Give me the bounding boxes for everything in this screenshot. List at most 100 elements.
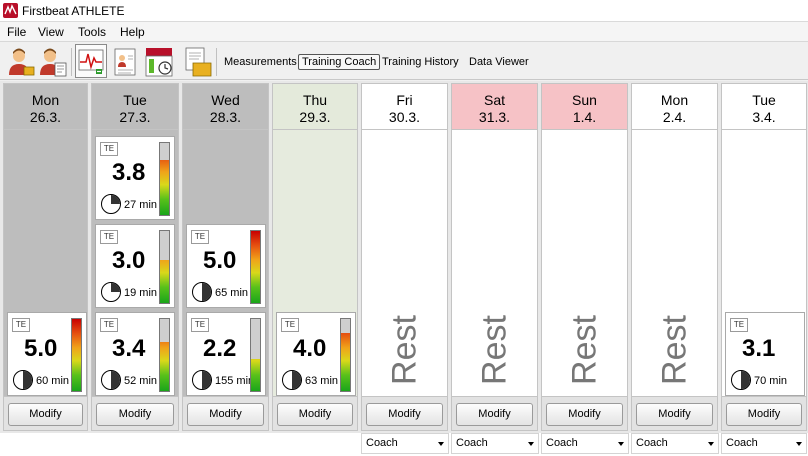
session-card[interactable]: TE 3.4 52 min <box>95 312 175 396</box>
rest-label: Rest <box>565 315 603 385</box>
te-value: 2.2 <box>203 335 237 362</box>
day-date: 3.4. <box>752 109 776 125</box>
day-sessions: TE 5.0 65 min TE 2.2 155 min <box>183 130 268 396</box>
heart-rate-chart-icon[interactable] <box>75 44 107 78</box>
day-column-tue: Tue 27.3. TE 3.8 27 min TE 3.0 19 min TE… <box>91 83 179 431</box>
day-column-wed: Wed 28.3. TE 5.0 65 min TE 2.2 155 min M… <box>182 83 269 431</box>
tab-training-history[interactable]: Training History <box>378 54 463 70</box>
session-card[interactable]: TE 5.0 65 min <box>186 224 266 308</box>
day-sessions: Rest <box>632 130 717 396</box>
day-date: 30.3. <box>388 109 421 125</box>
modify-button[interactable]: Modify <box>726 403 802 426</box>
day-footer: Modify <box>542 396 627 430</box>
menu-view[interactable]: View <box>38 25 64 39</box>
te-value: 3.8 <box>112 159 146 186</box>
day-footer: Modify <box>183 396 268 430</box>
day-name: Tue <box>752 92 776 108</box>
modify-button[interactable]: Modify <box>636 403 713 426</box>
day-header: Sat 31.3. <box>452 84 537 130</box>
modify-button[interactable]: Modify <box>8 403 83 426</box>
modify-button[interactable]: Modify <box>366 403 443 426</box>
session-duration: 65 min <box>215 287 249 299</box>
day-date: 27.3. <box>119 109 151 125</box>
toolbar-separator <box>71 48 72 76</box>
day-name: Sat <box>483 92 505 108</box>
coach-select-value: Coach <box>456 437 488 449</box>
te-value: 5.0 <box>24 335 58 362</box>
te-value: 3.1 <box>742 335 776 362</box>
te-label: TE <box>100 318 118 332</box>
app-logo-icon <box>3 3 18 18</box>
te-level-bar <box>250 318 261 392</box>
tab-data-viewer[interactable]: Data Viewer <box>465 54 533 70</box>
tab-training-coach[interactable]: Training Coach <box>298 54 381 70</box>
modify-button[interactable]: Modify <box>277 403 353 426</box>
coach-select[interactable]: Coach <box>451 433 539 454</box>
day-date: 29.3. <box>299 109 331 125</box>
session-card[interactable]: TE 3.8 27 min <box>95 136 175 220</box>
coach-select[interactable]: Coach <box>721 433 807 454</box>
te-label: TE <box>100 142 118 156</box>
rest-label: Rest <box>475 315 513 385</box>
duration-clock-icon <box>101 194 121 214</box>
session-card[interactable]: TE 5.0 60 min <box>7 312 87 396</box>
te-label: TE <box>281 318 299 332</box>
tab-measurements[interactable]: Measurements <box>220 54 301 70</box>
day-header: Sun 1.4. <box>542 84 627 130</box>
day-header: Wed 28.3. <box>183 84 268 130</box>
menu-help[interactable]: Help <box>120 25 145 39</box>
modify-button[interactable]: Modify <box>456 403 533 426</box>
te-value: 4.0 <box>293 335 327 362</box>
day-header: Tue 3.4. <box>722 84 806 130</box>
day-footer: Modify <box>632 396 717 430</box>
duration-clock-icon <box>282 370 302 390</box>
modify-button[interactable]: Modify <box>96 403 174 426</box>
day-name: Mon <box>660 92 689 108</box>
te-label: TE <box>191 318 209 332</box>
report-icon[interactable] <box>108 44 140 78</box>
coach-select[interactable]: Coach <box>361 433 449 454</box>
day-name: Sun <box>572 92 597 108</box>
athlete-icon[interactable] <box>4 44 36 78</box>
te-value: 3.4 <box>112 335 146 362</box>
day-footer: Modify <box>722 396 806 430</box>
duration-clock-icon <box>731 370 751 390</box>
export-icon[interactable] <box>180 44 212 78</box>
te-label: TE <box>191 230 209 244</box>
day-date: 31.3. <box>478 109 511 125</box>
day-sessions: Rest <box>542 130 627 396</box>
day-column-mon: Mon 26.3. TE 5.0 60 min Modify <box>3 83 88 431</box>
session-duration: 155 min <box>215 375 255 387</box>
modify-button[interactable]: Modify <box>546 403 623 426</box>
session-card[interactable]: TE 3.0 19 min <box>95 224 175 308</box>
day-date: 2.4. <box>662 109 687 125</box>
training-schedule-icon[interactable] <box>142 44 174 78</box>
day-sessions: TE 3.1 70 min <box>722 130 806 396</box>
chevron-down-icon <box>796 442 802 446</box>
session-card[interactable]: TE 2.2 155 min <box>186 312 266 396</box>
menu-file[interactable]: File <box>7 25 26 39</box>
te-level-bar <box>250 230 261 304</box>
day-column-sun: Sun 1.4. Rest Modify <box>541 83 628 431</box>
day-sessions: TE 4.0 63 min <box>273 130 357 396</box>
day-date: 26.3. <box>29 109 62 125</box>
day-footer: Modify <box>273 396 357 430</box>
session-card[interactable]: TE 3.1 70 min <box>725 312 805 396</box>
day-footer: Modify <box>362 396 447 430</box>
modify-button[interactable]: Modify <box>187 403 264 426</box>
window-title: Firstbeat ATHLETE <box>22 4 125 18</box>
day-footer: Modify <box>92 396 178 430</box>
day-sessions: TE 3.8 27 min TE 3.0 19 min TE 3.4 52 mi… <box>92 130 178 396</box>
day-name: Thu <box>302 92 328 108</box>
day-column-mon-next: Mon 2.4. Rest Modify <box>631 83 718 431</box>
coach-select[interactable]: Coach <box>631 433 719 454</box>
day-name: Tue <box>123 92 147 108</box>
day-name: Wed <box>211 92 240 108</box>
menu-tools[interactable]: Tools <box>78 25 106 39</box>
te-level-bar <box>340 318 351 392</box>
rest-label: Rest <box>385 315 423 385</box>
coach-select[interactable]: Coach <box>541 433 629 454</box>
te-label: TE <box>12 318 30 332</box>
session-card[interactable]: TE 4.0 63 min <box>276 312 356 396</box>
edit-athlete-icon[interactable] <box>36 44 68 78</box>
